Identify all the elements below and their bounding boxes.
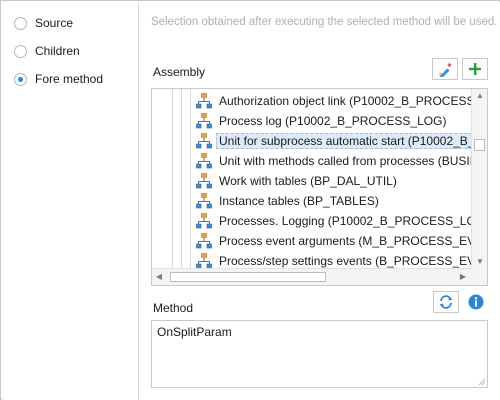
method-textarea[interactable]: OnSplitParam bbox=[151, 320, 488, 388]
radio-source-circle[interactable] bbox=[14, 16, 27, 30]
tree-item[interactable]: Unit with methods called from processes … bbox=[196, 151, 472, 171]
method-value: OnSplitParam bbox=[157, 325, 232, 339]
assembly-label: Assembly bbox=[153, 65, 206, 79]
dialog-frame: Source Children Fore method Selection ob… bbox=[0, 0, 500, 400]
assembly-tree[interactable]: Authorization object link (P10002_B_PROC… bbox=[151, 88, 488, 286]
scroll-right-arrow-icon[interactable]: ▶ bbox=[456, 269, 470, 285]
tree-item-label: Work with tables (BP_DAL_UTIL) bbox=[219, 174, 397, 188]
hierarchy-icon bbox=[196, 113, 212, 129]
method-label: Method bbox=[153, 301, 194, 315]
tree-item[interactable]: Process log (P10002_B_PROCESS_LOG) bbox=[196, 111, 449, 131]
hierarchy-icon bbox=[196, 133, 212, 149]
tree-item[interactable]: Instance tables (BP_TABLES) bbox=[196, 191, 382, 211]
tree-item-label: Process/step settings events (B_PROCESS_… bbox=[219, 254, 472, 268]
radio-fore-method-circle[interactable] bbox=[14, 72, 27, 86]
hint-text: Selection obtained after executing the s… bbox=[151, 16, 498, 28]
hierarchy-icon bbox=[196, 173, 212, 189]
assembly-tree-viewport: Authorization object link (P10002_B_PROC… bbox=[152, 89, 472, 269]
info-icon bbox=[468, 294, 484, 310]
radio-children-label: Children bbox=[35, 44, 80, 58]
tree-item-label: Instance tables (BP_TABLES) bbox=[219, 194, 379, 208]
tree-item[interactable]: Process/step settings events (B_PROCESS_… bbox=[196, 251, 472, 269]
tree-item-label: Process log (P10002_B_PROCESS_LOG) bbox=[219, 114, 447, 128]
resize-grip-icon[interactable] bbox=[478, 378, 486, 386]
radio-source[interactable]: Source bbox=[14, 14, 73, 32]
tree-vertical-scrollbar[interactable]: ▲ ▼ bbox=[471, 89, 487, 269]
hierarchy-icon bbox=[196, 233, 212, 249]
tree-item[interactable]: Work with tables (BP_DAL_UTIL) bbox=[196, 171, 400, 191]
edit-assembly-button[interactable] bbox=[432, 58, 458, 80]
tree-item[interactable]: Unit for subprocess automatic start (P10… bbox=[196, 131, 472, 151]
vertical-scroll-thumb[interactable] bbox=[474, 139, 485, 151]
hierarchy-icon bbox=[196, 193, 212, 209]
scroll-left-arrow-icon[interactable]: ◀ bbox=[152, 269, 166, 285]
source-options-panel: Source Children Fore method bbox=[2, 2, 138, 400]
horizontal-scroll-thumb[interactable] bbox=[170, 272, 326, 282]
hierarchy-icon bbox=[196, 213, 212, 229]
tree-guide-line bbox=[172, 89, 173, 269]
tree-item-label: Unit for subprocess automatic start (P10… bbox=[216, 133, 472, 149]
tree-item-label: Authorization object link (P10002_B_PROC… bbox=[219, 94, 472, 108]
plus-icon bbox=[469, 63, 481, 75]
radio-fore-method-label: Fore method bbox=[35, 72, 104, 86]
settings-panel: Selection obtained after executing the s… bbox=[139, 2, 500, 400]
scroll-up-arrow-icon[interactable]: ▲ bbox=[472, 89, 487, 103]
hierarchy-icon bbox=[196, 93, 212, 109]
scroll-down-arrow-icon[interactable]: ▼ bbox=[472, 255, 487, 269]
radio-children[interactable]: Children bbox=[14, 42, 80, 60]
add-assembly-button[interactable] bbox=[462, 58, 488, 80]
radio-children-circle[interactable] bbox=[14, 44, 27, 58]
radio-source-label: Source bbox=[35, 16, 74, 30]
refresh-icon bbox=[439, 295, 453, 309]
tree-horizontal-scrollbar[interactable]: ◀ ▶ bbox=[152, 268, 472, 285]
tree-item[interactable]: Authorization object link (P10002_B_PROC… bbox=[196, 91, 472, 111]
refresh-method-button[interactable] bbox=[433, 291, 459, 313]
hierarchy-icon bbox=[196, 253, 212, 269]
tree-item[interactable]: Process event arguments (M_B_PROCESS_EVE… bbox=[196, 231, 472, 251]
tree-item-label: Processes. Logging (P10002_B_PROCESS_LOG… bbox=[219, 214, 472, 228]
radio-fore-method[interactable]: Fore method bbox=[14, 70, 103, 88]
pencil-icon bbox=[439, 62, 452, 77]
method-info-button[interactable] bbox=[464, 291, 488, 313]
tree-item[interactable]: Processes. Logging (P10002_B_PROCESS_LOG… bbox=[196, 211, 472, 231]
tree-guide-line bbox=[190, 89, 191, 269]
tree-item-label: Unit with methods called from processes … bbox=[219, 154, 472, 168]
hierarchy-icon bbox=[196, 153, 212, 169]
tree-guide-line bbox=[181, 89, 182, 269]
tree-item-label: Process event arguments (M_B_PROCESS_EVE… bbox=[219, 234, 472, 248]
scrollbar-corner bbox=[471, 268, 487, 285]
